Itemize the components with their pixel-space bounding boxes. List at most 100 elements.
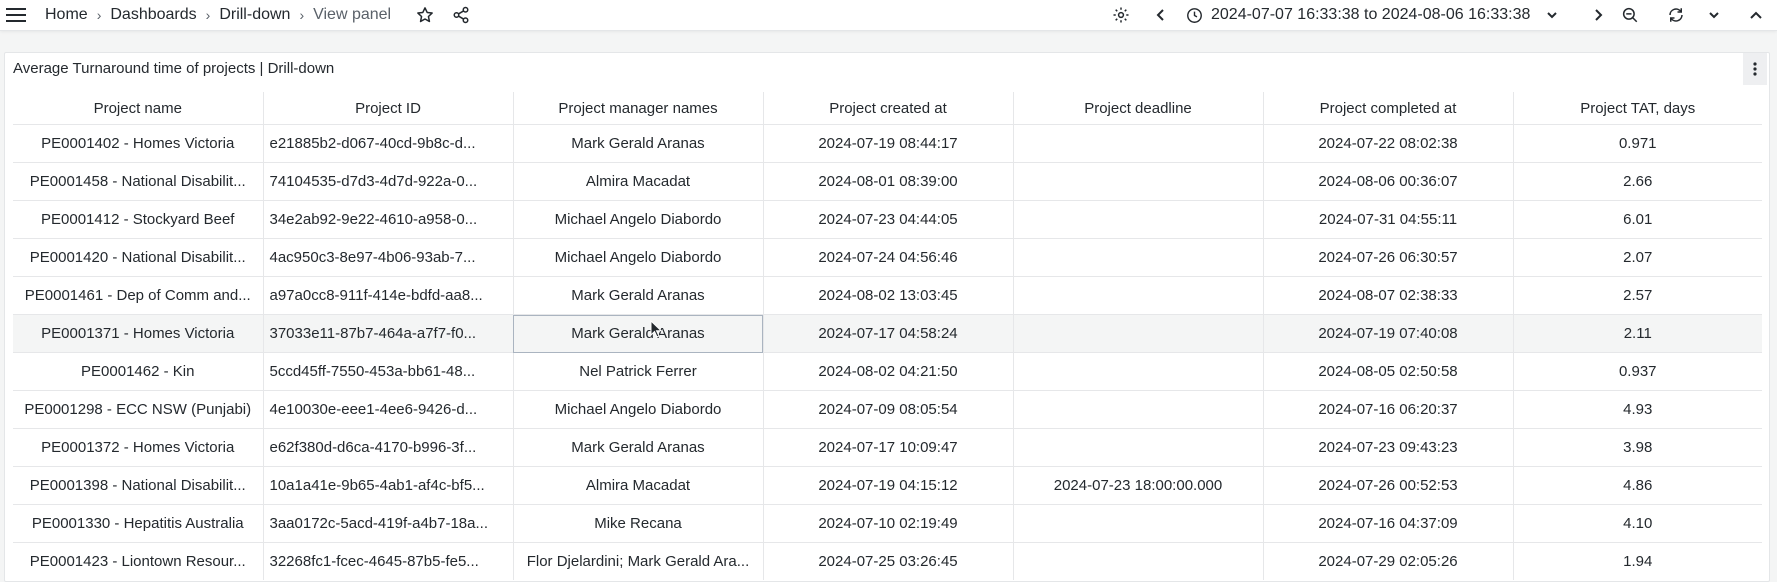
cell-project-tat-days[interactable]: 6.01 — [1513, 200, 1762, 239]
cell-project-id[interactable]: 3aa0172c-5acd-419f-a4b7-18a... — [263, 504, 514, 543]
cell-project-name[interactable]: PE0001402 - Homes Victoria — [13, 124, 264, 163]
chevron-right-icon[interactable] — [1592, 0, 1604, 30]
cell-project-tat-days[interactable]: 0.937 — [1513, 352, 1762, 391]
cell-project-manager-names[interactable]: Michael Angelo Diabordo — [513, 390, 764, 429]
cell-project-name[interactable]: PE0001371 - Homes Victoria — [13, 314, 264, 353]
zoom-out-icon[interactable] — [1621, 0, 1639, 30]
cell-project-created-at[interactable]: 2024-07-17 04:58:24 — [763, 314, 1014, 353]
cell-project-id[interactable]: e21885b2-d067-40cd-9b8c-d... — [263, 124, 514, 163]
cell-project-created-at[interactable]: 2024-07-24 04:56:46 — [763, 238, 1014, 277]
cell-project-deadline[interactable] — [1013, 542, 1264, 580]
refresh-icon[interactable] — [1667, 0, 1685, 30]
cell-project-created-at[interactable]: 2024-07-23 04:44:05 — [763, 200, 1014, 239]
column-header-project-id[interactable]: Project ID — [263, 92, 514, 125]
gear-icon[interactable] — [1112, 0, 1130, 30]
cell-project-deadline[interactable] — [1013, 352, 1264, 391]
cell-project-id[interactable]: 32268fc1-fcec-4645-87b5-fe5... — [263, 542, 514, 580]
cell-project-completed-at[interactable]: 2024-07-16 04:37:09 — [1263, 504, 1514, 543]
breadcrumb-home[interactable]: Home — [45, 6, 88, 24]
cell-project-completed-at[interactable]: 2024-07-22 08:02:38 — [1263, 124, 1514, 163]
cell-project-manager-names[interactable]: Nel Patrick Ferrer — [513, 352, 764, 391]
cell-project-name[interactable]: PE0001420 - National Disabilit... — [13, 238, 264, 277]
cell-project-name[interactable]: PE0001398 - National Disabilit... — [13, 466, 264, 505]
cell-project-manager-names[interactable]: Almira Macadat — [513, 162, 764, 201]
column-header-project-deadline[interactable]: Project deadline — [1013, 92, 1264, 125]
cell-project-id[interactable]: 4e10030e-eee1-4ee6-9426-d... — [263, 390, 514, 429]
cell-project-completed-at[interactable]: 2024-08-07 02:38:33 — [1263, 276, 1514, 315]
cell-project-deadline[interactable] — [1013, 504, 1264, 543]
cell-project-id[interactable]: 10a1a41e-9b65-4ab1-af4c-bf5... — [263, 466, 514, 505]
cell-project-name[interactable]: PE0001423 - Liontown Resour... — [13, 542, 264, 580]
cell-project-created-at[interactable]: 2024-07-19 04:15:12 — [763, 466, 1014, 505]
cell-project-deadline[interactable] — [1013, 124, 1264, 163]
cell-project-completed-at[interactable]: 2024-07-31 04:55:11 — [1263, 200, 1514, 239]
cell-project-completed-at[interactable]: 2024-07-26 00:52:53 — [1263, 466, 1514, 505]
cell-project-created-at[interactable]: 2024-07-10 02:19:49 — [763, 504, 1014, 543]
cell-project-deadline[interactable]: 2024-07-23 18:00:00.000 — [1013, 466, 1264, 505]
cell-project-id[interactable]: 4ac950c3-8e97-4b06-93ab-7... — [263, 238, 514, 277]
kebab-menu-icon[interactable] — [1743, 53, 1767, 85]
column-header-project-tat-days[interactable]: Project TAT, days — [1513, 92, 1762, 125]
cell-project-created-at[interactable]: 2024-08-01 08:39:00 — [763, 162, 1014, 201]
cell-project-name[interactable]: PE0001412 - Stockyard Beef — [13, 200, 264, 239]
cell-project-completed-at[interactable]: 2024-07-19 07:40:08 — [1263, 314, 1514, 353]
cell-project-deadline[interactable] — [1013, 162, 1264, 201]
column-header-project-manager-names[interactable]: Project manager names — [513, 92, 764, 125]
cell-project-completed-at[interactable]: 2024-08-05 02:50:58 — [1263, 352, 1514, 391]
cell-project-manager-names[interactable]: Mark Gerald Aranas — [513, 276, 764, 315]
cell-project-deadline[interactable] — [1013, 390, 1264, 429]
cell-project-completed-at[interactable]: 2024-08-06 00:36:07 — [1263, 162, 1514, 201]
cell-project-created-at[interactable]: 2024-08-02 13:03:45 — [763, 276, 1014, 315]
cell-project-id[interactable]: e62f380d-d6ca-4170-b996-3f... — [263, 428, 514, 467]
cell-project-deadline[interactable] — [1013, 238, 1264, 277]
cell-project-tat-days[interactable]: 2.57 — [1513, 276, 1762, 315]
cell-project-created-at[interactable]: 2024-07-25 03:26:45 — [763, 542, 1014, 580]
column-header-project-name[interactable]: Project name — [13, 92, 264, 125]
time-range-picker[interactable]: 2024-07-07 16:33:38 to 2024-08-06 16:33:… — [1186, 0, 1558, 30]
share-icon[interactable] — [452, 0, 470, 30]
cell-project-id[interactable]: 37033e11-87b7-464a-a7f7-f0... — [263, 314, 514, 353]
cell-project-manager-names[interactable]: Michael Angelo Diabordo — [513, 200, 764, 239]
cell-project-completed-at[interactable]: 2024-07-26 06:30:57 — [1263, 238, 1514, 277]
column-header-project-completed-at[interactable]: Project completed at — [1263, 92, 1514, 125]
cell-project-manager-names-focused[interactable]: Mark Gerald Aranas — [513, 314, 764, 353]
cell-project-manager-names[interactable]: Flor Djelardini; Mark Gerald Ara... — [513, 542, 764, 580]
chevron-left-icon[interactable] — [1155, 0, 1167, 30]
cell-project-manager-names[interactable]: Mark Gerald Aranas — [513, 124, 764, 163]
cell-project-id[interactable]: 34e2ab92-9e22-4610-a958-0... — [263, 200, 514, 239]
cell-project-id[interactable]: 5ccd45ff-7550-453a-bb61-48... — [263, 352, 514, 391]
cell-project-name[interactable]: PE0001372 - Homes Victoria — [13, 428, 264, 467]
cell-project-tat-days[interactable]: 4.86 — [1513, 466, 1762, 505]
cell-project-deadline[interactable] — [1013, 428, 1264, 467]
cell-project-created-at[interactable]: 2024-07-17 10:09:47 — [763, 428, 1014, 467]
breadcrumb-dashboards[interactable]: Dashboards — [110, 6, 196, 24]
cell-project-tat-days[interactable]: 4.10 — [1513, 504, 1762, 543]
refresh-interval-chevron-down-icon[interactable] — [1708, 0, 1720, 30]
cell-project-manager-names[interactable]: Almira Macadat — [513, 466, 764, 505]
cell-project-name[interactable]: PE0001298 - ECC NSW (Punjabi) — [13, 390, 264, 429]
cell-project-deadline[interactable] — [1013, 200, 1264, 239]
cell-project-completed-at[interactable]: 2024-07-23 09:43:23 — [1263, 428, 1514, 467]
cell-project-deadline[interactable] — [1013, 276, 1264, 315]
cell-project-id[interactable]: 74104535-d7d3-4d7d-922a-0... — [263, 162, 514, 201]
cell-project-tat-days[interactable]: 0.971 — [1513, 124, 1762, 163]
breadcrumb-drill-down[interactable]: Drill-down — [219, 6, 290, 24]
chevron-up-icon[interactable] — [1749, 0, 1763, 30]
cell-project-tat-days[interactable]: 2.11 — [1513, 314, 1762, 353]
cell-project-completed-at[interactable]: 2024-07-16 06:20:37 — [1263, 390, 1514, 429]
cell-project-tat-days[interactable]: 4.93 — [1513, 390, 1762, 429]
cell-project-created-at[interactable]: 2024-07-19 08:44:17 — [763, 124, 1014, 163]
hamburger-menu-icon[interactable] — [6, 0, 26, 30]
column-header-project-created-at[interactable]: Project created at — [763, 92, 1014, 125]
cell-project-manager-names[interactable]: Mike Recana — [513, 504, 764, 543]
cell-project-name[interactable]: PE0001462 - Kin — [13, 352, 264, 391]
star-icon[interactable] — [416, 0, 434, 30]
cell-project-manager-names[interactable]: Michael Angelo Diabordo — [513, 238, 764, 277]
cell-project-manager-names[interactable]: Mark Gerald Aranas — [513, 428, 764, 467]
cell-project-tat-days[interactable]: 1.94 — [1513, 542, 1762, 580]
cell-project-tat-days[interactable]: 3.98 — [1513, 428, 1762, 467]
cell-project-tat-days[interactable]: 2.07 — [1513, 238, 1762, 277]
cell-project-deadline[interactable] — [1013, 314, 1264, 353]
cell-project-created-at[interactable]: 2024-08-02 04:21:50 — [763, 352, 1014, 391]
cell-project-created-at[interactable]: 2024-07-09 08:05:54 — [763, 390, 1014, 429]
